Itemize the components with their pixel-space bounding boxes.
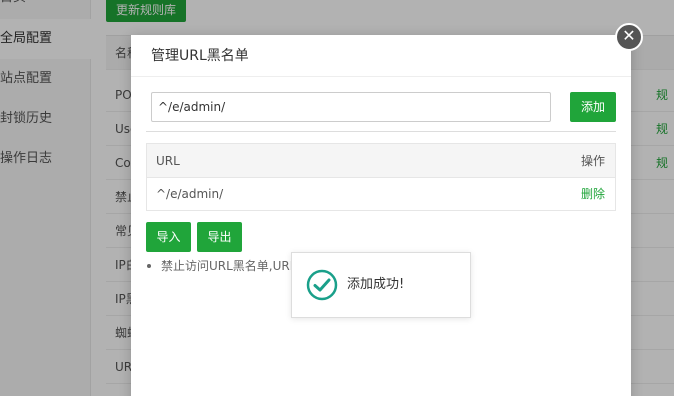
export-button[interactable]: 导出 — [197, 222, 242, 252]
divider — [146, 131, 616, 132]
table-header: URL 操作 — [147, 144, 615, 178]
success-toast: 添加成功! — [291, 252, 471, 318]
close-icon[interactable]: ✕ — [615, 23, 643, 51]
delete-link[interactable]: 删除 — [581, 178, 605, 210]
row-url: ^/e/admin/ — [156, 187, 224, 201]
add-button[interactable]: 添加 — [570, 92, 616, 122]
url-blacklist-modal: 管理URL黑名单 添加 URL 操作 ^/e/admin/ 删除 导入 导出 禁… — [131, 35, 631, 396]
tip-text: 禁止访问URL黑名单,URL — [147, 257, 296, 274]
table-row: ^/e/admin/ 删除 — [147, 178, 615, 210]
bullet-icon — [147, 263, 151, 268]
check-circle-icon — [306, 269, 338, 301]
modal-title: 管理URL黑名单 — [131, 35, 631, 77]
toast-message: 添加成功! — [347, 277, 405, 292]
column-url: URL — [156, 154, 180, 168]
url-input[interactable] — [151, 92, 551, 122]
url-table: URL 操作 ^/e/admin/ 删除 — [146, 143, 616, 211]
column-action: 操作 — [580, 154, 605, 168]
tip-label: 禁止访问URL黑名单,URL — [161, 259, 297, 273]
import-button[interactable]: 导入 — [146, 222, 191, 252]
